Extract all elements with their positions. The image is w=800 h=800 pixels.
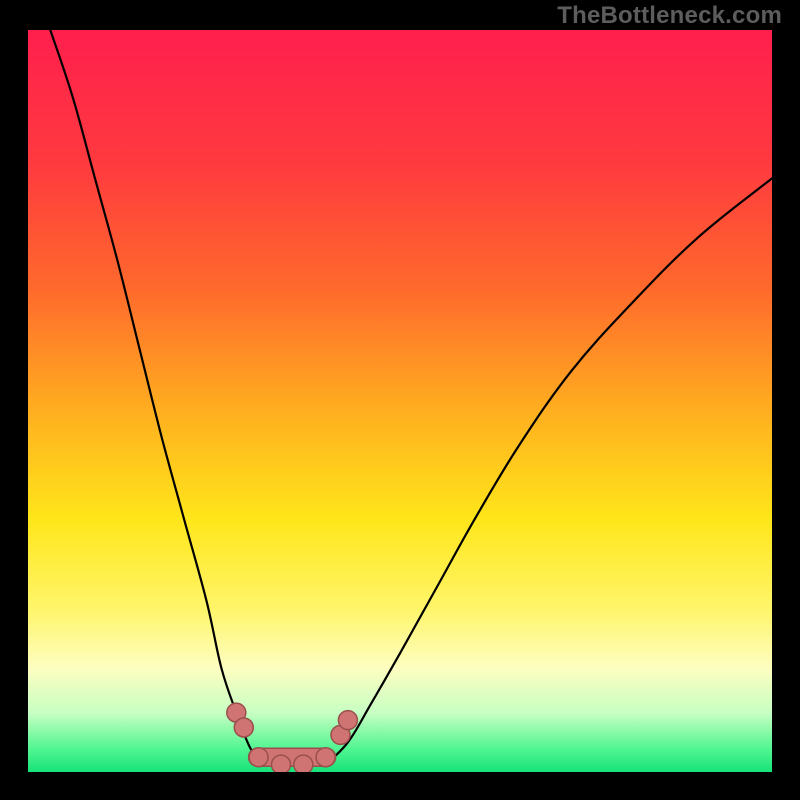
marker-dot [316, 748, 335, 767]
chart-frame: TheBottleneck.com [0, 0, 800, 800]
marker-dot [294, 755, 313, 772]
marker-dot [234, 718, 253, 737]
gradient-background [28, 30, 772, 772]
marker-dot [338, 711, 357, 730]
marker-dot [249, 748, 268, 767]
plot-area [28, 30, 772, 772]
chart-svg [28, 30, 772, 772]
watermark-label: TheBottleneck.com [557, 2, 782, 30]
marker-dot [272, 755, 291, 772]
